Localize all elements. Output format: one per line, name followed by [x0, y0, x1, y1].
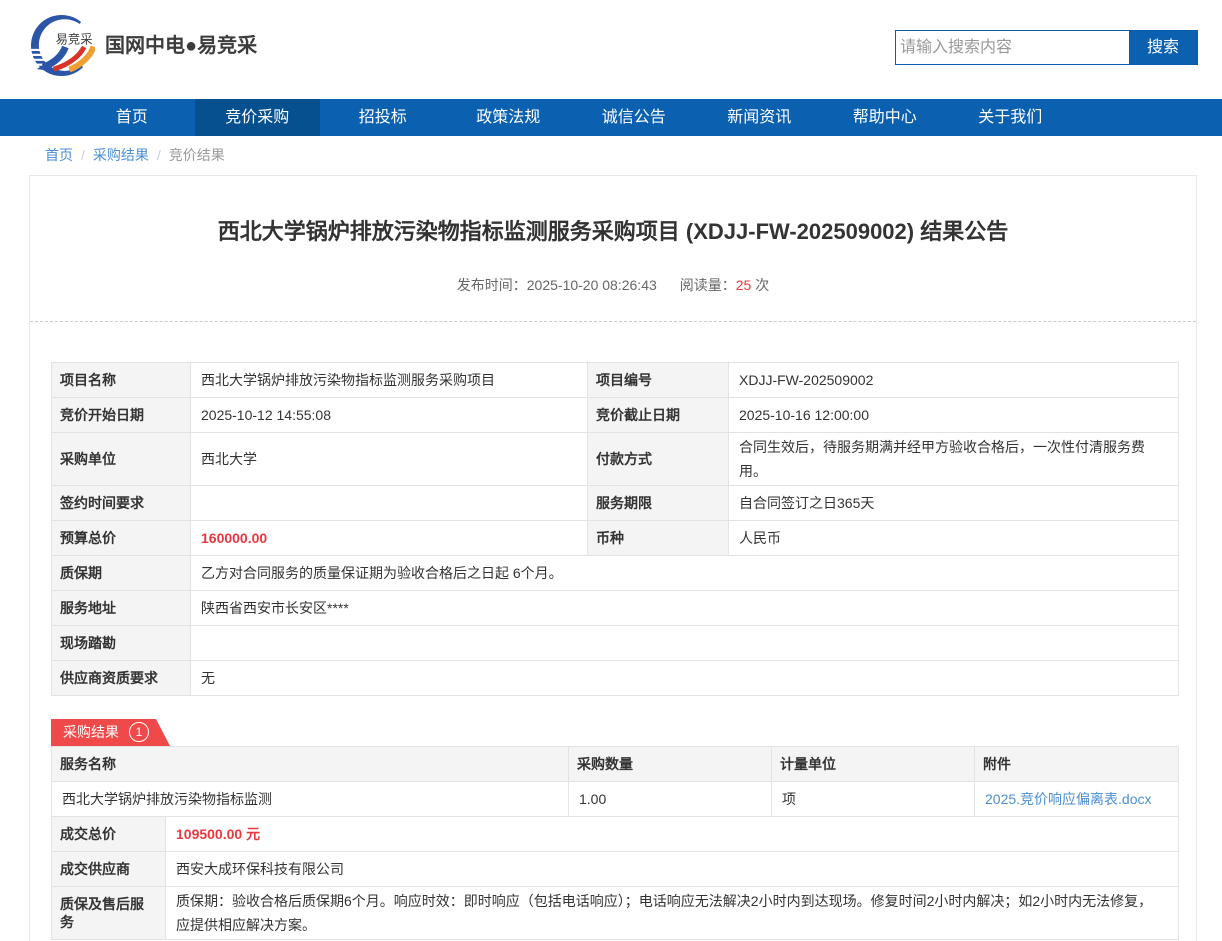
svg-text:易竞采: 易竞采: [56, 33, 93, 47]
